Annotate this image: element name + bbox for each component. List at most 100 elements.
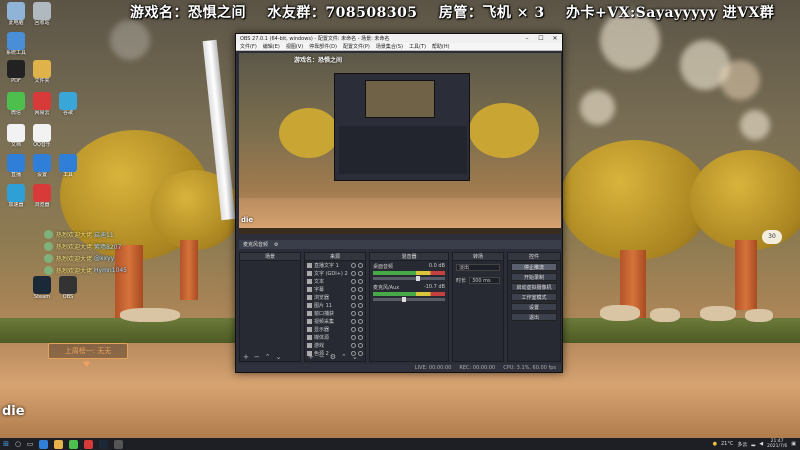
desktop-icon[interactable]: 回收站 — [28, 2, 56, 27]
task-view-icon[interactable]: ▭ — [24, 438, 36, 450]
control-button[interactable]: 开始录制 — [511, 273, 557, 281]
source-settings-icon[interactable]: ⚙ — [330, 353, 336, 361]
app-icon — [33, 60, 51, 78]
visibility-eye-icon[interactable] — [351, 302, 356, 308]
menu-item[interactable]: 编辑(E) — [263, 43, 280, 50]
desktop-icon[interactable]: 加速器 — [2, 184, 30, 209]
source-item[interactable]: 游戏 — [305, 341, 365, 349]
search-icon[interactable]: ○ — [12, 438, 24, 450]
source-item[interactable]: 显示器 — [305, 325, 365, 333]
add-scene-button[interactable]: + — [243, 353, 249, 361]
menu-item[interactable]: 配置文件(P) — [343, 43, 370, 50]
wechat-app-icon[interactable] — [69, 439, 78, 449]
lock-icon[interactable] — [358, 278, 363, 284]
desktop-icon[interactable]: 此电脑 — [2, 2, 30, 27]
gear-icon[interactable]: ⚙ — [274, 242, 278, 248]
lock-icon[interactable] — [358, 342, 363, 348]
network-icon[interactable]: ▂ — [751, 441, 755, 447]
transition-select[interactable]: 淡出 — [456, 264, 500, 271]
lock-icon[interactable] — [358, 310, 363, 316]
desktop-icon[interactable]: 系统工具 — [2, 32, 30, 57]
source-item[interactable]: 文本 — [305, 277, 365, 285]
volume-slider[interactable] — [373, 297, 445, 302]
menu-item[interactable]: 帮助(H) — [432, 43, 450, 50]
obs-app-icon[interactable] — [114, 439, 123, 449]
source-item[interactable]: 直播文字 1 — [305, 261, 365, 269]
desktop-icon[interactable]: 工具 — [54, 154, 82, 179]
close-icon[interactable]: ✕ — [548, 34, 562, 43]
move-up-icon[interactable]: ⌃ — [265, 353, 271, 361]
source-item[interactable]: 字幕 — [305, 285, 365, 293]
visibility-eye-icon[interactable] — [351, 318, 356, 324]
remove-source-button[interactable]: − — [319, 353, 325, 361]
desktop-icon[interactable]: Steam — [28, 276, 56, 301]
source-item[interactable]: 视频采集 — [305, 317, 365, 325]
clock[interactable]: 21:47 2021/7/6 — [767, 439, 787, 449]
visibility-eye-icon[interactable] — [351, 270, 356, 276]
desktop-icon[interactable]: 谷歌 — [54, 92, 82, 117]
visibility-eye-icon[interactable] — [351, 326, 356, 332]
desktop-icon[interactable]: 文件夹 — [28, 60, 56, 85]
desktop-icon[interactable]: 微信 — [2, 92, 30, 117]
notification-icon[interactable]: ▣ — [791, 441, 796, 447]
desktop-icon-label: PDF — [11, 78, 21, 84]
minimize-icon[interactable]: – — [520, 34, 534, 43]
desktop-icon[interactable]: OBS — [54, 276, 82, 301]
lock-icon[interactable] — [358, 302, 363, 308]
folder-app-icon[interactable] — [54, 439, 63, 449]
source-item[interactable]: 窗口捕获 — [305, 309, 365, 317]
duration-input[interactable]: 300 ms — [469, 277, 500, 284]
visibility-eye-icon[interactable] — [351, 334, 356, 340]
music-app-icon[interactable] — [84, 439, 93, 449]
desktop-icon[interactable]: 文档 — [2, 124, 30, 149]
obs-preview[interactable]: 游戏名：恐惧之间 die — [239, 53, 561, 234]
desktop-icon[interactable]: 直播 — [2, 154, 30, 179]
desktop-icon[interactable]: 设置 — [28, 154, 56, 179]
obs-titlebar[interactable]: OBS 27.0.1 (64-bit, windows) - 配置文件: 未命名… — [236, 34, 562, 43]
weather-icon[interactable]: ● — [713, 441, 717, 447]
control-button[interactable]: 设置 — [511, 303, 557, 311]
lock-icon[interactable] — [358, 326, 363, 332]
move-up-icon[interactable]: ⌃ — [341, 353, 347, 361]
lock-icon[interactable] — [358, 318, 363, 324]
visibility-eye-icon[interactable] — [351, 294, 356, 300]
menu-item[interactable]: 文件(F) — [240, 43, 257, 50]
source-item[interactable]: 媒体源 — [305, 333, 365, 341]
visibility-eye-icon[interactable] — [351, 278, 356, 284]
lock-icon[interactable] — [358, 286, 363, 292]
desktop-icon[interactable]: 浏览器 — [28, 184, 56, 209]
control-button[interactable]: 停止推流 — [511, 263, 557, 271]
maximize-icon[interactable]: ☐ — [534, 34, 548, 43]
menu-item[interactable]: 工具(T) — [409, 43, 426, 50]
visibility-eye-icon[interactable] — [351, 286, 356, 292]
visibility-eye-icon[interactable] — [351, 310, 356, 316]
control-button[interactable]: 启动虚拟摄像机 — [511, 283, 557, 291]
source-item[interactable]: 图片 11 — [305, 301, 365, 309]
source-item[interactable]: 文字 (GDI+) 2 — [305, 269, 365, 277]
menu-item[interactable]: 场景集合(S) — [376, 43, 403, 50]
visibility-eye-icon[interactable] — [351, 262, 356, 268]
lock-icon[interactable] — [358, 294, 363, 300]
visibility-eye-icon[interactable] — [351, 342, 356, 348]
control-button[interactable]: 退出 — [511, 313, 557, 321]
menu-item[interactable]: 停靠部件(D) — [309, 43, 337, 50]
volume-slider[interactable] — [373, 276, 445, 281]
desktop-icon[interactable]: PDF — [2, 60, 30, 85]
desktop-icon[interactable]: QQ音乐 — [28, 124, 56, 149]
add-source-button[interactable]: + — [308, 353, 314, 361]
steam-app-icon[interactable] — [99, 439, 108, 449]
lock-icon[interactable] — [358, 334, 363, 340]
volume-icon[interactable]: ◀ — [759, 441, 763, 447]
control-button[interactable]: 工作室模式 — [511, 293, 557, 301]
remove-scene-button[interactable]: − — [254, 353, 260, 361]
move-down-icon[interactable]: ⌄ — [276, 353, 282, 361]
source-item[interactable]: 浏览器 — [305, 293, 365, 301]
lock-icon[interactable] — [358, 262, 363, 268]
desktop-icon[interactable]: 网易云 — [28, 92, 56, 117]
obs-window[interactable]: OBS 27.0.1 (64-bit, windows) - 配置文件: 未命名… — [235, 33, 563, 373]
explorer-app-icon[interactable] — [39, 439, 48, 449]
windows-start-icon[interactable]: ⊞ — [0, 438, 12, 450]
move-down-icon[interactable]: ⌄ — [352, 353, 358, 361]
menu-item[interactable]: 视图(V) — [286, 43, 303, 50]
lock-icon[interactable] — [358, 270, 363, 276]
